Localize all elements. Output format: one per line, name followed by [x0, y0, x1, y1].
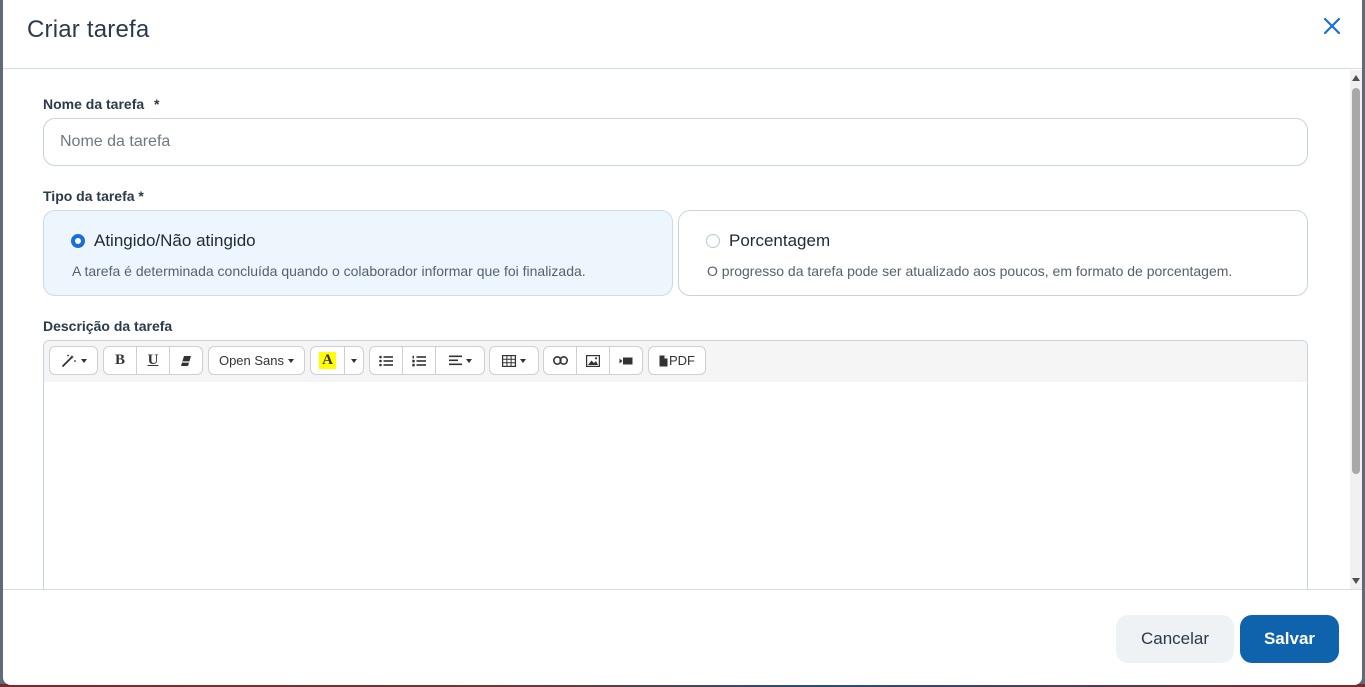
editor-toolbar: B U Open Sans A PDF	[44, 341, 1307, 383]
color-dropdown-button[interactable]	[345, 347, 363, 374]
insert-group	[543, 346, 643, 375]
modal-title: Criar tarefa	[27, 16, 150, 43]
modal-footer: Cancelar Salvar	[3, 589, 1362, 685]
font-family-select[interactable]: Open Sans	[209, 347, 304, 374]
file-icon	[659, 355, 668, 366]
option-achieved-description: A tarefa é determinada concluída quando …	[72, 263, 586, 279]
table-group	[489, 346, 539, 375]
rich-text-editor: B U Open Sans A PDF	[43, 340, 1308, 589]
task-type-label: Tipo da tarefa *	[43, 188, 144, 204]
eraser-icon	[181, 355, 191, 366]
scroll-thumb[interactable]	[1352, 88, 1360, 474]
create-task-modal: Criar tarefa Nome da tarefa * Tipo da ta…	[3, 0, 1362, 685]
pdf-group: PDF	[648, 346, 706, 375]
cancel-button[interactable]: Cancelar	[1116, 615, 1234, 663]
font-group: Open Sans	[208, 346, 305, 375]
option-achieved-title: Atingido/Não atingido	[94, 231, 256, 250]
scroll-down-arrow-icon[interactable]	[1352, 578, 1360, 584]
magic-wand-icon	[61, 354, 76, 367]
task-name-label: Nome da tarefa *	[43, 96, 160, 112]
close-button[interactable]	[1320, 14, 1344, 38]
option-percentage-description: O progresso da tarefa pode ser atualizad…	[707, 263, 1233, 279]
description-editor-area[interactable]	[44, 382, 1307, 589]
bullet-list-icon	[379, 355, 393, 366]
bold-button[interactable]: B	[104, 347, 137, 374]
font-family-value: Open Sans	[218, 353, 285, 368]
option-percentage-title: Porcentagem	[729, 231, 831, 250]
clear-format-button[interactable]	[170, 347, 202, 374]
close-icon	[1323, 17, 1341, 35]
magic-style-button[interactable]	[50, 347, 97, 374]
insert-pdf-button[interactable]: PDF	[649, 347, 705, 374]
task-name-label-text: Nome da tarefa	[43, 96, 145, 112]
description-label: Descrição da tarefa	[43, 318, 173, 334]
video-icon	[619, 357, 633, 364]
align-dropdown-button[interactable]	[436, 347, 484, 374]
numbered-list-icon	[412, 355, 426, 366]
table-icon	[502, 354, 516, 367]
bullet-list-button[interactable]	[370, 347, 403, 374]
align-left-icon	[448, 355, 462, 366]
pdf-label: PDF	[669, 353, 695, 368]
insert-image-button[interactable]	[577, 347, 610, 374]
format-group: B U	[103, 346, 203, 375]
required-mark: *	[154, 96, 160, 112]
paragraph-group	[369, 346, 485, 375]
color-group: A	[310, 346, 364, 375]
chevron-down-icon	[288, 358, 295, 363]
radio-achieved[interactable]	[71, 234, 85, 248]
chevron-down-icon	[351, 358, 357, 363]
numbered-list-button[interactable]	[403, 347, 436, 374]
insert-video-button[interactable]	[610, 347, 642, 374]
save-button[interactable]: Salvar	[1240, 615, 1339, 663]
chevron-down-icon	[465, 358, 472, 363]
link-icon	[552, 356, 568, 365]
table-button[interactable]	[490, 347, 538, 374]
insert-link-button[interactable]	[544, 347, 577, 374]
modal-body[interactable]: Nome da tarefa * Tipo da tarefa * Atingi…	[3, 70, 1362, 589]
image-icon	[586, 354, 600, 367]
modal-header: Criar tarefa	[3, 0, 1362, 69]
underline-button[interactable]: U	[137, 347, 170, 374]
highlight-a-icon: A	[319, 352, 336, 369]
style-group	[49, 346, 98, 375]
option-percentage[interactable]: Porcentagem O progresso da tarefa pode s…	[678, 210, 1308, 296]
chevron-down-icon	[80, 358, 87, 363]
chevron-down-icon	[520, 358, 526, 363]
option-achieved[interactable]: Atingido/Não atingido A tarefa é determi…	[43, 210, 673, 296]
highlight-color-button[interactable]: A	[311, 347, 345, 374]
task-name-input[interactable]	[43, 118, 1308, 166]
vertical-scrollbar[interactable]	[1350, 70, 1362, 589]
scroll-up-arrow-icon[interactable]	[1352, 75, 1360, 81]
radio-percentage[interactable]	[706, 234, 720, 248]
